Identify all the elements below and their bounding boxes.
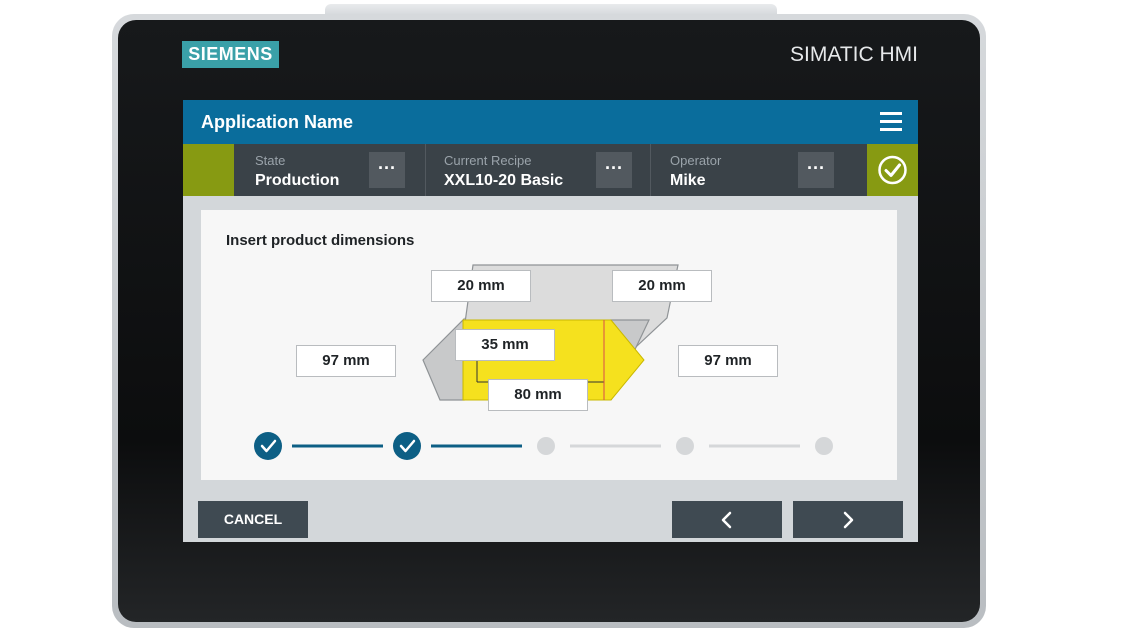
state-more-button[interactable]: ··· — [369, 152, 405, 188]
hmi-screen: Application Name State Production ··· Cu… — [183, 100, 918, 542]
step-pending — [537, 437, 555, 455]
hamburger-menu-icon[interactable] — [880, 112, 902, 132]
status-divider — [650, 144, 651, 196]
content-panel: Insert product dimensions 20 mm 20 mm 97… — [201, 210, 897, 480]
cancel-button[interactable]: CANCEL — [198, 501, 308, 538]
status-bar: State Production ··· Current Recipe XXL1… — [183, 144, 918, 196]
check-circle-icon — [878, 155, 907, 185]
next-button[interactable] — [793, 501, 903, 538]
operator-caption: Operator — [670, 153, 722, 168]
step-completed — [254, 432, 282, 460]
step-pending — [815, 437, 833, 455]
status-divider — [425, 144, 426, 196]
wizard-stepper — [254, 432, 833, 460]
chevron-right-icon — [843, 511, 854, 529]
operator-more-button[interactable]: ··· — [798, 152, 834, 188]
step-completed — [393, 432, 421, 460]
recipe-caption: Current Recipe — [444, 153, 532, 168]
status-indicator — [183, 144, 234, 196]
step-pending — [676, 437, 694, 455]
recipe-value: XXL10-20 Basic — [444, 172, 564, 189]
status-ok-indicator[interactable] — [867, 144, 918, 196]
app-title: Application Name — [201, 112, 354, 132]
state-caption: State — [255, 153, 286, 168]
operator-value: Mike — [670, 172, 706, 189]
recipe-more-button[interactable]: ··· — [596, 152, 632, 188]
previous-button[interactable] — [672, 501, 782, 538]
footer-bar: CANCEL — [183, 498, 918, 542]
state-value: Production — [255, 172, 340, 189]
device-model-label: SIMATIC HMI — [790, 43, 918, 66]
chevron-left-icon — [721, 511, 732, 529]
siemens-logo: SIEMENS — [182, 41, 279, 68]
app-header: Application Name — [183, 100, 918, 144]
